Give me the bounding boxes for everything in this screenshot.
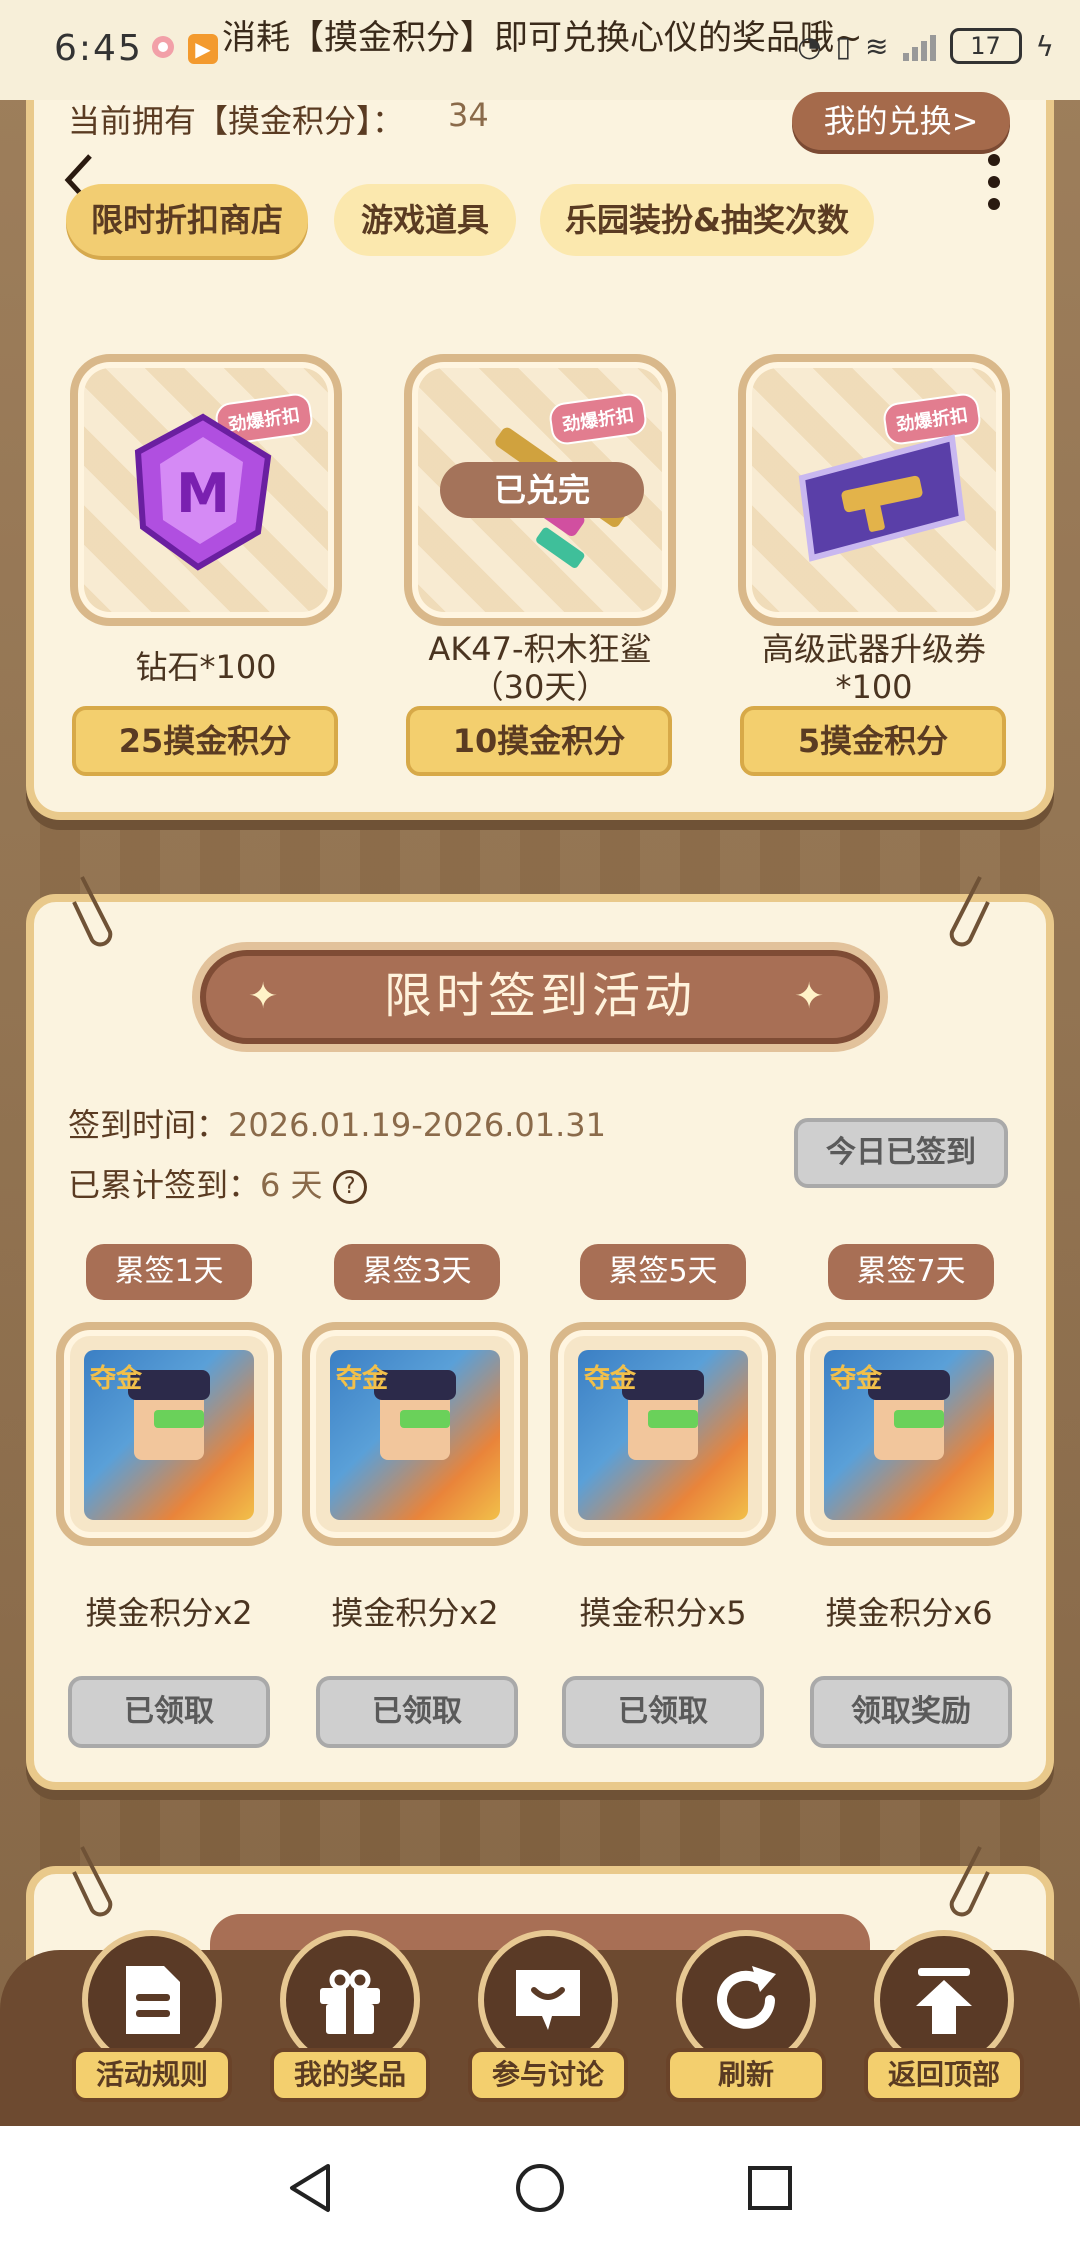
help-icon[interactable]: ?: [332, 1170, 367, 1204]
reward-card: 夺金: [56, 1322, 282, 1546]
status-bar: 6:45 ▶ 消耗【摸金积分】即可兑换心仪的奖品哦~ ◔ ▯ ≋ 17 ϟ: [0, 0, 1080, 100]
gem-icon: M: [134, 413, 272, 571]
day-tag: 累签3天: [334, 1244, 500, 1300]
reward-label: 摸金积分x2: [85, 1594, 253, 1632]
my-prizes-label: 我的奖品: [270, 2048, 430, 2102]
signin-time: 签到时间：2026.01.19-2026.01.31: [68, 1100, 606, 1146]
tab-park-dressup[interactable]: 乐园装扮&抽奖次数: [540, 184, 874, 256]
reward-card: 夺金: [550, 1322, 776, 1546]
shop-item-name: 高级武器升级券 *100: [724, 630, 1024, 706]
paperclip-icon: [949, 876, 990, 947]
discussion-label: 参与讨论: [468, 2048, 628, 2102]
refresh-icon: [717, 1966, 776, 2029]
reward-label: 摸金积分x2: [331, 1594, 499, 1632]
shop-item-name-line: *100: [835, 668, 913, 706]
price-button[interactable]: 10摸金积分: [406, 706, 672, 776]
day-tag: 累签5天: [580, 1244, 746, 1300]
upload-icon: [916, 1968, 972, 2034]
tab-game-items[interactable]: 游戏道具: [334, 184, 516, 256]
day-tag: 累签1天: [86, 1244, 252, 1300]
more-menu-icon[interactable]: [986, 150, 1002, 214]
reward-card: 夺金: [302, 1322, 528, 1546]
back-triangle-icon[interactable]: [282, 2160, 338, 2216]
points-label: 当前拥有【摸金积分】：: [68, 102, 405, 140]
status-time: 6:45: [54, 28, 143, 69]
gift-icon: [320, 1969, 380, 2034]
signin-count-value: 6 天: [260, 1166, 323, 1204]
paperclip-icon: [72, 1846, 113, 1917]
price-button[interactable]: 5摸金积分: [740, 706, 1006, 776]
nfc-icon: ◔: [797, 29, 822, 63]
discussion-button[interactable]: 参与讨论: [468, 1930, 628, 2120]
notification-icon: [152, 36, 174, 58]
rules-label: 活动规则: [72, 2048, 232, 2102]
price-button[interactable]: 25摸金积分: [72, 706, 338, 776]
charging-icon: ϟ: [1035, 29, 1054, 63]
weapon-ticket-icon: [798, 434, 966, 562]
shop-item-name-line: AK47-积木狂鲨: [428, 630, 652, 668]
sparkle-icon: ✦: [794, 976, 825, 1017]
claimed-button[interactable]: 已领取: [316, 1676, 518, 1748]
claim-reward-button[interactable]: 领取奖励: [810, 1676, 1012, 1748]
home-circle-icon[interactable]: [512, 2160, 568, 2216]
reward-card: 夺金: [796, 1322, 1022, 1546]
paperclip-icon: [949, 1846, 990, 1917]
my-exchange-button[interactable]: 我的兑换>: [792, 92, 1010, 150]
signin-title: 限时签到活动: [200, 950, 880, 1044]
back-to-top-label: 返回顶部: [864, 2048, 1024, 2102]
points-value: 34: [448, 96, 489, 134]
marquee-text: 消耗【摸金积分】即可兑换心仪的奖品哦~: [222, 18, 863, 58]
system-nav-bar: [0, 2126, 1080, 2244]
wifi-icon: ≋: [865, 29, 889, 63]
app-notification-icon: ▶: [188, 34, 218, 64]
status-icons: ◔ ▯ ≋ 17 ϟ: [797, 28, 1054, 64]
character-icon: 夺金: [330, 1350, 500, 1520]
shop-item-card[interactable]: 劲爆折扣 M: [70, 354, 342, 626]
character-icon: 夺金: [84, 1350, 254, 1520]
chat-icon: [516, 1970, 580, 2030]
paperclip-icon: [72, 876, 113, 947]
shop-item-card[interactable]: 劲爆折扣: [738, 354, 1010, 626]
refresh-label: 刷新: [666, 2048, 826, 2102]
claimed-button[interactable]: 已领取: [562, 1676, 764, 1748]
signal-icon: [902, 31, 936, 61]
signed-today-button[interactable]: 今日已签到: [794, 1118, 1008, 1188]
signin-time-label: 签到时间：: [68, 1106, 229, 1144]
my-prizes-button[interactable]: 我的奖品: [270, 1930, 430, 2120]
signin-time-value: 2026.01.19-2026.01.31: [228, 1106, 606, 1144]
rules-button[interactable]: 活动规则: [72, 1930, 232, 2120]
claimed-button[interactable]: 已领取: [68, 1676, 270, 1748]
refresh-button[interactable]: 刷新: [666, 1930, 826, 2120]
shop-item-name-line: （30天）: [471, 668, 609, 706]
document-icon: [126, 1966, 180, 2034]
character-icon: 夺金: [578, 1350, 748, 1520]
shop-item-name-line: 高级武器升级券: [761, 630, 986, 668]
shop-item-name: AK47-积木狂鲨 （30天）: [390, 630, 690, 706]
sparkle-icon: ✦: [248, 976, 279, 1017]
back-to-top-button[interactable]: 返回顶部: [864, 1930, 1024, 2120]
sold-out-label: 已兑完: [440, 462, 644, 518]
battery-indicator: 17: [949, 28, 1022, 64]
reward-label: 摸金积分x5: [579, 1594, 747, 1632]
character-icon: 夺金: [824, 1350, 994, 1520]
reward-label: 摸金积分x6: [825, 1594, 993, 1632]
shop-item-name: 钻石*100: [135, 648, 277, 686]
tab-discount-shop[interactable]: 限时折扣商店: [66, 184, 308, 256]
day-tag: 累签7天: [828, 1244, 994, 1300]
svg-text:M: M: [176, 462, 230, 525]
recents-square-icon[interactable]: [742, 2160, 798, 2216]
signin-count-label: 已累计签到：: [68, 1166, 261, 1204]
signin-count: 已累计签到：6 天 ?: [68, 1160, 367, 1206]
shop-item-card[interactable]: 劲爆折扣 已兑完: [404, 354, 676, 626]
vibrate-icon: ▯: [835, 29, 852, 63]
